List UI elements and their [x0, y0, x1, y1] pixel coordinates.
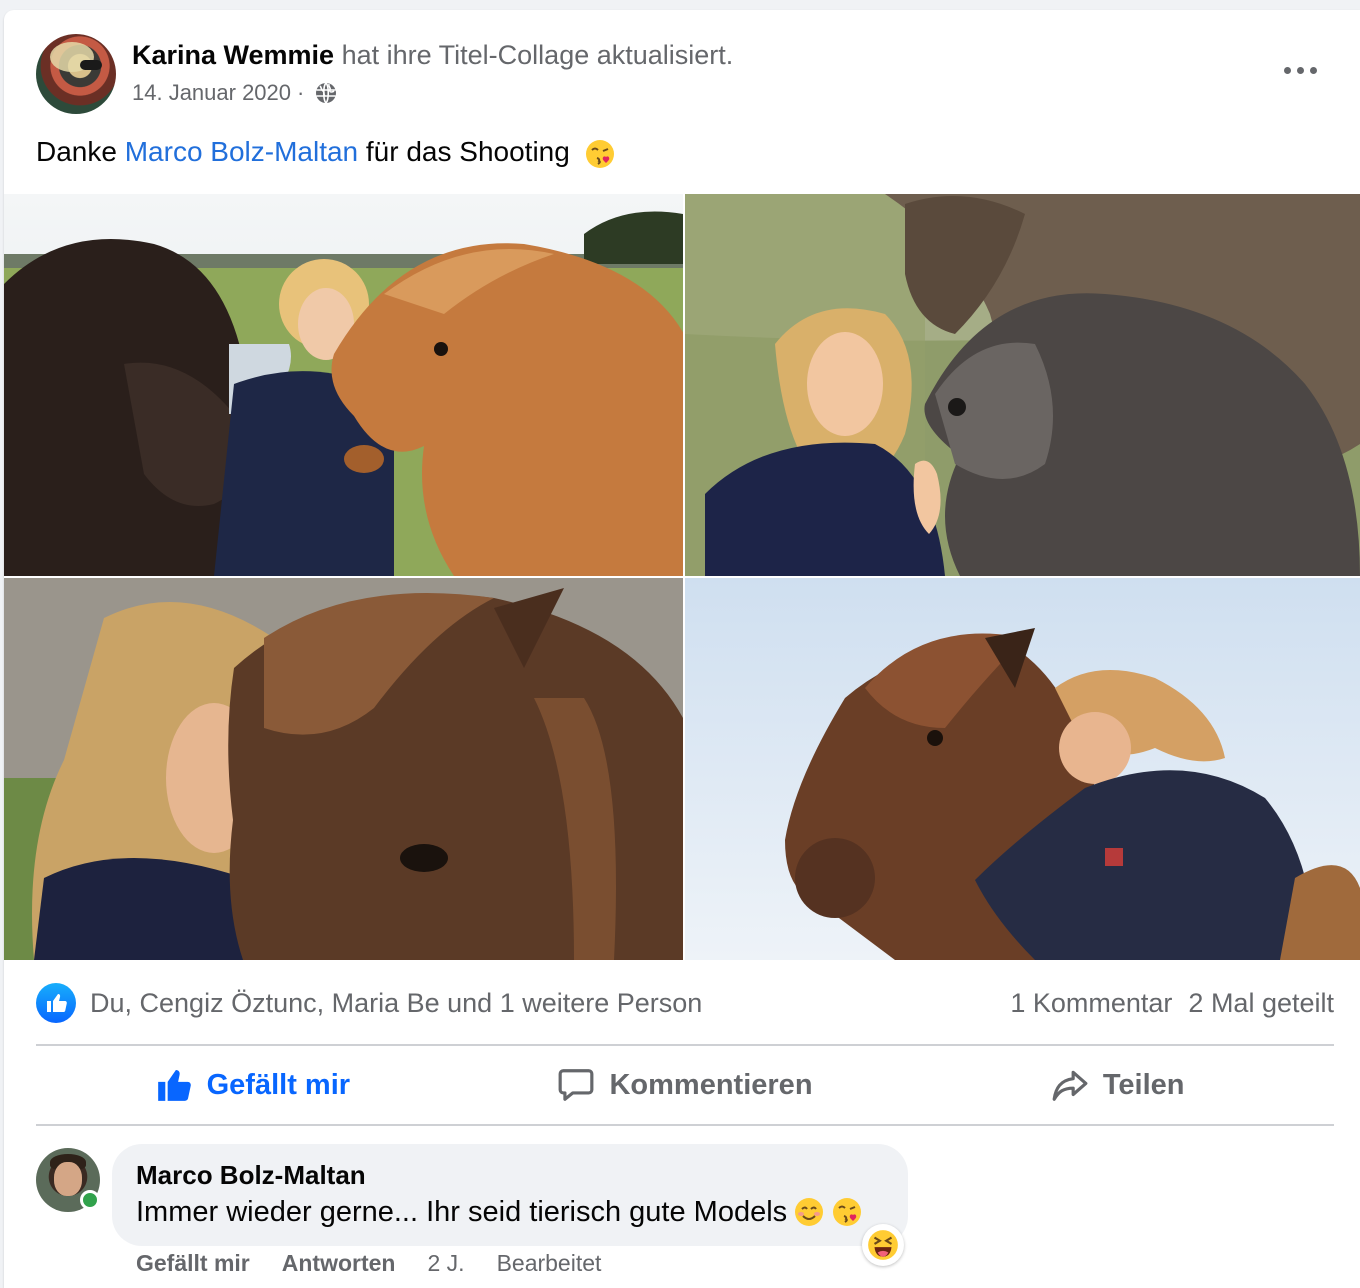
share-icon: [1052, 1070, 1088, 1101]
reactions-bar: Du, Cengiz Öztunc, Maria Be und 1 weiter…: [36, 980, 1334, 1026]
like-button-label: Gefällt mir: [206, 1068, 351, 1101]
comment-actions: Gefällt mir Antworten 2 J. Bearbeitet: [136, 1250, 601, 1277]
smile-emoji: [795, 1198, 824, 1226]
post-text-after: für das Shooting: [358, 136, 570, 167]
reaction-summary[interactable]: Du, Cengiz Öztunc, Maria Be und 1 weiter…: [36, 983, 702, 1023]
comment-button-label: Kommentieren: [609, 1068, 813, 1101]
mention-link[interactable]: Marco Bolz-Maltan: [125, 136, 358, 167]
online-status-badge: [80, 1190, 100, 1210]
photo-collage[interactable]: [4, 194, 1360, 960]
post-action-text: hat ihre Titel-Collage aktualisiert.: [341, 40, 734, 70]
collage-photo-1[interactable]: [4, 194, 683, 576]
collage-photo-4[interactable]: [685, 578, 1360, 960]
globe-icon[interactable]: [314, 81, 338, 105]
post-meta: 14. Januar 2020 ·: [132, 80, 338, 106]
kiss-emoji: [833, 1198, 862, 1226]
comment-age[interactable]: 2 J.: [427, 1250, 464, 1277]
author-avatar[interactable]: [36, 34, 116, 114]
like-reaction-icon: [36, 983, 76, 1023]
laugh-emoji: [868, 1230, 898, 1260]
meta-separator: ·: [297, 80, 305, 105]
post-text: Danke Marco Bolz-Maltan für das Shooting: [36, 134, 616, 170]
comment-button[interactable]: Kommentieren: [469, 1054, 902, 1116]
like-button[interactable]: Gefällt mir: [36, 1054, 469, 1116]
comment-reply-link[interactable]: Antworten: [282, 1250, 396, 1277]
post-header: Karina Wemmie hat ihre Titel-Collage akt…: [132, 38, 733, 72]
comment-count[interactable]: 1 Kommentar: [1010, 988, 1172, 1019]
comment-text-row: Immer wieder gerne... Ihr seid tierisch …: [136, 1194, 863, 1230]
post-text-before: Danke: [36, 136, 125, 167]
more-options-icon[interactable]: [1280, 58, 1320, 82]
author-name[interactable]: Karina Wemmie: [132, 40, 334, 70]
share-button[interactable]: Teilen: [901, 1054, 1334, 1116]
comment-text: Immer wieder gerne... Ihr seid tierisch …: [136, 1196, 788, 1228]
comment-reaction[interactable]: [862, 1224, 904, 1266]
comment-author[interactable]: Marco Bolz-Maltan: [136, 1160, 366, 1191]
post-date[interactable]: 14. Januar 2020: [132, 80, 291, 106]
share-button-label: Teilen: [1102, 1068, 1185, 1101]
collage-photo-3[interactable]: [4, 578, 683, 960]
thumbs-up-icon: [157, 1069, 191, 1101]
divider: [36, 1124, 1334, 1126]
engagement-counts: 1 Kommentar 2 Mal geteilt: [1010, 988, 1334, 1019]
comment-like-link[interactable]: Gefällt mir: [136, 1250, 250, 1277]
post-card: Karina Wemmie hat ihre Titel-Collage akt…: [4, 10, 1360, 1288]
share-count[interactable]: 2 Mal geteilt: [1188, 988, 1334, 1019]
reaction-names[interactable]: Du, Cengiz Öztunc, Maria Be und 1 weiter…: [90, 988, 702, 1019]
divider: [36, 1044, 1334, 1046]
comment-icon: [559, 1069, 594, 1101]
post-actions: Gefällt mir Kommentieren Teilen: [36, 1054, 1334, 1116]
comment-bubble: Marco Bolz-Maltan Immer wieder gerne... …: [112, 1144, 908, 1246]
kiss-emoji: [585, 139, 614, 168]
collage-photo-2[interactable]: [685, 194, 1360, 576]
comment-edited: Bearbeitet: [496, 1250, 602, 1276]
